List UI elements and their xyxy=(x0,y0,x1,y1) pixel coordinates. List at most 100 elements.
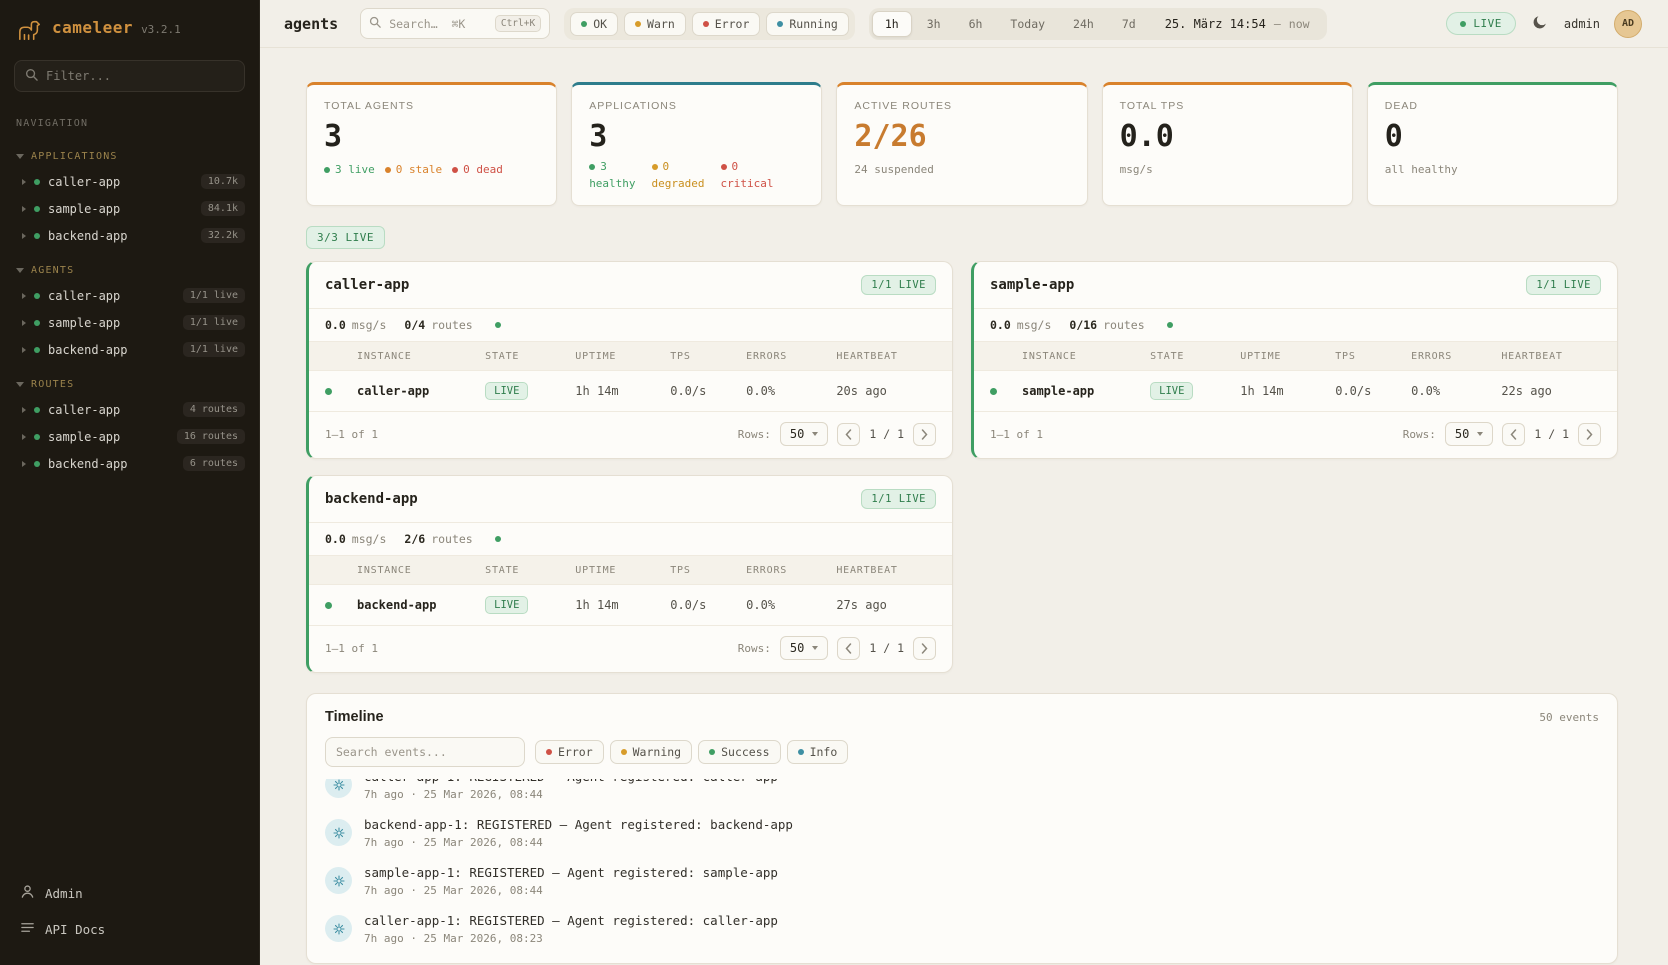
cell-instance: sample-app xyxy=(1022,384,1150,398)
stats-row: TOTAL AGENTS 3 3 live 0 stale 0 dead APP… xyxy=(306,82,1618,206)
stat-value: 2/26 xyxy=(854,120,1069,153)
prev-page-button[interactable] xyxy=(1502,423,1525,446)
timeline-event[interactable]: caller-app-1: REGISTERED — Agent registe… xyxy=(325,779,1599,809)
global-search-input[interactable] xyxy=(389,17,487,31)
next-page-button[interactable] xyxy=(1578,423,1601,446)
sidebar-item-app-caller-app[interactable]: caller-app 10.7k xyxy=(0,168,259,195)
col-errors: ERRORS xyxy=(746,351,836,362)
stat-card-applications: APPLICATIONS 3 3 healthy 0 degraded 0 xyxy=(571,82,822,206)
app-card-sample-app: sample-app 1/1 LIVE 0.0 msg/s 0/16 route… xyxy=(971,261,1618,459)
status-dot xyxy=(34,293,40,299)
rows-per-page-select[interactable]: 50 xyxy=(1445,422,1493,446)
col-instance: INSTANCE xyxy=(1022,351,1150,362)
app-live-badge: 1/1 LIVE xyxy=(861,275,936,295)
status-dot xyxy=(581,21,587,27)
timeline-controls: Error Warning Success Info xyxy=(307,735,1617,779)
api-docs-link[interactable]: API Docs xyxy=(0,911,259,947)
sidebar-item-agent-sample-app[interactable]: sample-app 1/1 live xyxy=(0,309,259,336)
timeline-chip-success[interactable]: Success xyxy=(698,740,780,764)
table-row[interactable]: caller-app LIVE 1h 14m 0.0/s 0.0% 20s ag… xyxy=(309,371,952,411)
sidebar-item-app-backend-app[interactable]: backend-app 32.2k xyxy=(0,222,259,249)
chevron-right-icon xyxy=(22,347,26,353)
stat-title: DEAD xyxy=(1385,100,1600,112)
rows-label: Rows: xyxy=(738,428,771,441)
range-1h[interactable]: 1h xyxy=(872,11,912,37)
moon-icon xyxy=(1532,14,1548,33)
range-7d[interactable]: 7d xyxy=(1109,11,1149,37)
sidebar-item-app-sample-app[interactable]: sample-app 84.1k xyxy=(0,195,259,222)
next-page-button[interactable] xyxy=(913,637,936,660)
filter-chip-ok[interactable]: OK xyxy=(570,12,618,36)
col-tps: TPS xyxy=(670,565,746,576)
page-indicator: 1 / 1 xyxy=(869,641,904,655)
table-row[interactable]: backend-app LIVE 1h 14m 0.0/s 0.0% 27s a… xyxy=(309,585,952,625)
cell-errors: 0.0% xyxy=(746,384,836,398)
prev-page-button[interactable] xyxy=(837,637,860,660)
col-heartbeat: HEARTBEAT xyxy=(836,565,936,576)
timeline-panel: Timeline 50 events Error Warning xyxy=(306,693,1618,964)
sidebar-item-label: backend-app xyxy=(48,343,127,357)
timeline-chip-warning[interactable]: Warning xyxy=(610,740,692,764)
chevron-right-icon xyxy=(22,434,26,440)
sidebar-item-routes-backend-app[interactable]: backend-app 6 routes xyxy=(0,450,259,477)
timeline-event[interactable]: sample-app-1: REGISTERED — Agent registe… xyxy=(325,857,1599,905)
sidebar-item-agent-backend-app[interactable]: backend-app 1/1 live xyxy=(0,336,259,363)
sidebar-filter-input[interactable] xyxy=(46,69,234,83)
filter-chip-running[interactable]: Running xyxy=(766,12,848,36)
section-header-routes[interactable]: ROUTES xyxy=(0,373,259,396)
sidebar-item-routes-sample-app[interactable]: sample-app 16 routes xyxy=(0,423,259,450)
status-dot xyxy=(546,749,552,755)
filter-chip-warn[interactable]: Warn xyxy=(624,12,686,36)
sidebar-item-agent-caller-app[interactable]: caller-app 1/1 live xyxy=(0,282,259,309)
timeline-event[interactable]: backend-app-1: REGISTERED — Agent regist… xyxy=(325,809,1599,857)
cell-instance: backend-app xyxy=(357,598,485,612)
section-header-applications[interactable]: APPLICATIONS xyxy=(0,145,259,168)
chip-label: Error xyxy=(558,745,593,759)
range-6h[interactable]: 6h xyxy=(956,11,996,37)
timeline-chip-info[interactable]: Info xyxy=(787,740,849,764)
chevron-down-icon xyxy=(1477,432,1483,436)
col-errors: ERRORS xyxy=(746,565,836,576)
chevron-down-icon xyxy=(812,646,818,650)
dashboard-content: TOTAL AGENTS 3 3 live 0 stale 0 dead APP… xyxy=(260,48,1668,965)
next-page-button[interactable] xyxy=(913,423,936,446)
cell-tps: 0.0/s xyxy=(670,598,746,612)
status-dot xyxy=(703,21,709,27)
col-state: STATE xyxy=(1150,351,1240,362)
table-header: INSTANCE STATE UPTIME TPS ERRORS HEARTBE… xyxy=(309,555,952,585)
rows-per-page-select[interactable]: 50 xyxy=(780,422,828,446)
range-3h[interactable]: 3h xyxy=(914,11,954,37)
logo[interactable]: cameleer v3.2.1 xyxy=(0,0,259,52)
time-range-display: 25. März 14:54 — now xyxy=(1151,17,1324,31)
table-header: INSTANCE STATE UPTIME TPS ERRORS HEARTBE… xyxy=(309,341,952,371)
timeline-chip-error[interactable]: Error xyxy=(535,740,604,764)
section-header-agents[interactable]: AGENTS xyxy=(0,259,259,282)
rows-value: 50 xyxy=(1455,427,1469,441)
timeline-filter-group: Error Warning Success Info xyxy=(535,740,848,764)
status-dot xyxy=(324,167,330,173)
app-version: v3.2.1 xyxy=(141,23,181,36)
cell-errors: 0.0% xyxy=(1411,384,1501,398)
chip-label: Success xyxy=(721,745,769,759)
filter-chip-error[interactable]: Error xyxy=(692,12,761,36)
range-today[interactable]: Today xyxy=(997,11,1058,37)
table-footer: 1–1 of 1 Rows: 50 1 / 1 xyxy=(309,411,952,458)
timeline-event[interactable]: caller-app-1: REGISTERED — Agent registe… xyxy=(325,905,1599,953)
range-24h[interactable]: 24h xyxy=(1060,11,1107,37)
app-card-title: caller-app xyxy=(325,277,409,293)
admin-link[interactable]: Admin xyxy=(0,875,259,911)
rows-per-page-select[interactable]: 50 xyxy=(780,636,828,660)
timeline-search-input[interactable] xyxy=(325,737,525,767)
theme-toggle[interactable] xyxy=(1530,12,1550,35)
gear-icon xyxy=(325,915,352,942)
prev-page-button[interactable] xyxy=(837,423,860,446)
sidebar-item-badge: 10.7k xyxy=(201,174,245,189)
time-range-selector: 1h 3h 6h Today 24h 7d 25. März 14:54 — n… xyxy=(869,8,1327,40)
avatar[interactable]: AD xyxy=(1614,10,1642,38)
stat-subtext: msg/s xyxy=(1120,163,1335,176)
table-row[interactable]: sample-app LIVE 1h 14m 0.0/s 0.0% 22s ag… xyxy=(974,371,1617,411)
nav-section-applications: APPLICATIONS caller-app 10.7k sample-app… xyxy=(0,145,259,249)
sidebar-item-routes-caller-app[interactable]: caller-app 4 routes xyxy=(0,396,259,423)
state-badge: LIVE xyxy=(485,596,528,614)
stat-subtext: all healthy xyxy=(1385,163,1600,176)
